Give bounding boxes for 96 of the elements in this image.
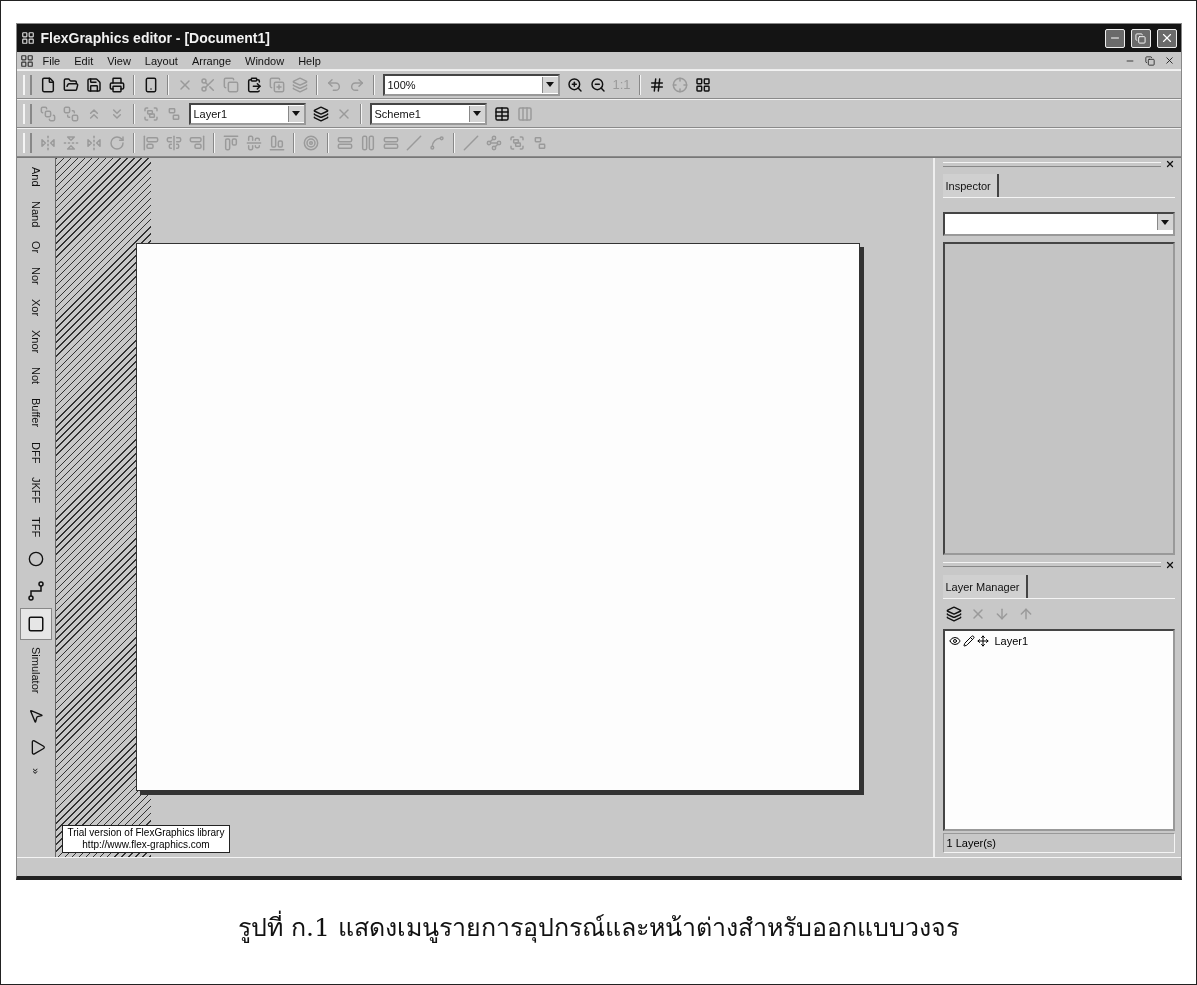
menu-item[interactable]: Arrange — [186, 54, 237, 67]
zoom-out-icon — [589, 76, 606, 93]
pencil-icon[interactable] — [962, 634, 975, 647]
panel-tab[interactable]: Layer Manager — [942, 574, 1028, 598]
zoom-in-icon — [566, 76, 583, 93]
figure-caption: รูปที่ ก.1 แสดงเมนูรายการอุปกรณ์และหน้าต่างสำหรับออกแบบวงจร — [238, 907, 959, 947]
dropdown[interactable]: Layer1 — [188, 102, 306, 125]
palette-tool[interactable]: Xor — [19, 291, 52, 323]
send-back-icon — [62, 105, 79, 122]
palette-tool[interactable]: DFF — [19, 434, 52, 470]
notice-text: Trial version of FlexGraphics library — [67, 827, 225, 839]
layer-name[interactable]: Layer1 — [994, 634, 1029, 647]
table-icon — [493, 105, 510, 122]
document-icon — [19, 53, 34, 68]
palette-tool[interactable]: Not — [19, 360, 52, 392]
line-icon — [405, 134, 422, 151]
stack-icon — [291, 76, 308, 93]
grid-icon — [694, 76, 711, 93]
menu-item[interactable]: Layout — [139, 54, 183, 67]
menu-item[interactable]: Edit — [69, 54, 99, 67]
align-bottom-icon — [268, 134, 285, 151]
group-icon — [142, 105, 159, 122]
toolbar-grip[interactable] — [22, 132, 32, 153]
panel-tab[interactable]: Inspector — [942, 174, 999, 197]
palette-tool[interactable]: Simulator — [19, 640, 52, 701]
grid-icon — [648, 76, 665, 93]
align-top-icon — [222, 134, 239, 151]
menu-item[interactable]: Help — [293, 54, 326, 67]
clipboard-icon — [245, 76, 262, 93]
close-button[interactable] — [1156, 28, 1177, 48]
target-icon — [302, 134, 319, 151]
notice-text: http://www.flex-graphics.com — [82, 839, 210, 851]
close-icon — [1164, 55, 1175, 66]
layer-count: 1 Layer(s) — [942, 833, 1175, 853]
connector-icon — [27, 581, 44, 602]
align-center-icon — [165, 134, 182, 151]
pointer-icon — [27, 707, 44, 724]
toolbar-grip[interactable] — [22, 103, 32, 124]
close-icon — [1164, 559, 1175, 570]
window-title: FlexGraphics editor - [Document1] — [40, 30, 271, 46]
toolbar-grip[interactable] — [22, 74, 32, 95]
spacing-icon — [336, 134, 353, 151]
group-icon — [508, 134, 525, 151]
layers-icon — [945, 605, 962, 622]
close-button[interactable] — [1164, 559, 1175, 570]
curve-icon — [428, 134, 445, 151]
close-icon — [1164, 159, 1175, 169]
scissors-icon — [199, 76, 216, 93]
printer-icon — [108, 76, 125, 93]
folder-icon — [62, 76, 79, 93]
rectangle-icon — [26, 615, 45, 634]
spacing-icon — [382, 134, 399, 151]
dropdown[interactable]: Scheme1 — [369, 102, 487, 125]
duplicate-icon — [268, 76, 285, 93]
bring-front-icon — [39, 105, 56, 122]
crosshair-icon — [671, 76, 688, 93]
rotate-icon — [108, 134, 125, 151]
close-button[interactable] — [1164, 159, 1175, 169]
rectangle-tool-button[interactable] — [19, 608, 52, 641]
palette-tool[interactable]: Or — [19, 233, 52, 261]
eye-icon[interactable] — [948, 634, 961, 647]
menu-item[interactable]: View — [102, 54, 136, 67]
restore-button[interactable] — [1130, 28, 1151, 48]
move-icon[interactable] — [976, 634, 989, 647]
columns-icon — [516, 105, 533, 122]
palette-tool[interactable]: Nor — [19, 260, 52, 292]
restore-icon — [1144, 55, 1155, 66]
flip-horizontal-icon — [39, 134, 56, 151]
align-right-icon — [188, 134, 205, 151]
page-icon — [39, 76, 56, 93]
layers-icon — [312, 105, 329, 122]
palette-tool[interactable]: Buffer — [19, 391, 52, 435]
align-middle-icon — [245, 134, 262, 151]
minimize-button[interactable] — [1104, 28, 1125, 48]
flip-horizontal-icon — [85, 134, 102, 151]
menu-item[interactable]: File — [37, 54, 66, 67]
palette-tool[interactable]: » — [19, 760, 52, 781]
align-left-icon — [142, 134, 159, 151]
object-dropdown[interactable] — [942, 212, 1175, 236]
restore-icon — [1135, 32, 1146, 44]
menu-item[interactable]: Window — [240, 54, 290, 67]
points-icon — [485, 134, 502, 151]
palette-tool[interactable]: Nand — [19, 193, 52, 234]
copy-icon — [222, 76, 239, 93]
palette-tool[interactable]: TFF — [19, 510, 52, 545]
palette-tool[interactable]: JKFF — [19, 469, 52, 511]
undo-icon — [325, 76, 342, 93]
app-icon — [20, 31, 35, 45]
spacing-icon — [359, 134, 376, 151]
line-icon — [462, 134, 479, 151]
ellipse-icon — [27, 551, 44, 568]
redo-icon — [348, 76, 365, 93]
palette-tool[interactable]: And — [19, 160, 52, 194]
flip-vertical-icon — [62, 134, 79, 151]
dropdown[interactable]: 100% — [382, 73, 560, 96]
palette-tool[interactable]: Xnor — [19, 322, 52, 361]
